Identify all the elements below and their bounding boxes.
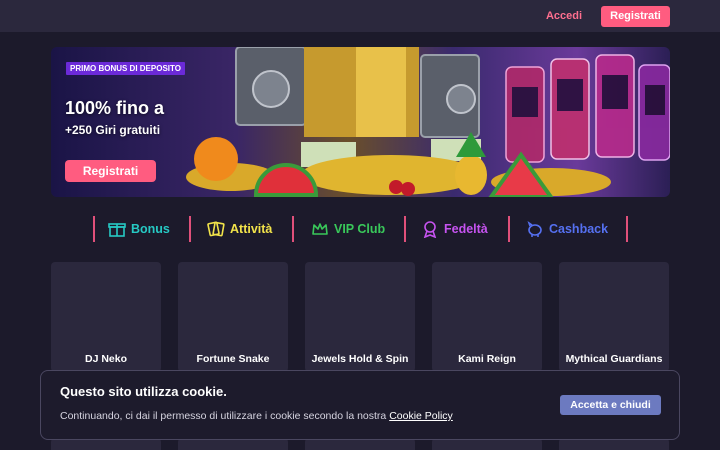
nav-separator (189, 216, 191, 242)
nav-item-label: Bonus (131, 222, 170, 236)
medal-icon (423, 221, 437, 238)
accept-cookies-button[interactable]: Accetta e chiudi (560, 395, 661, 415)
banner-register-button[interactable]: Registrati (65, 160, 156, 182)
register-button[interactable]: Registrati (601, 6, 670, 27)
game-title: DJ Neko (84, 353, 127, 365)
nav-separator (404, 216, 406, 242)
cookie-title: Questo sito utilizza cookie. (60, 384, 227, 399)
game-card[interactable]: Fortune Snake (178, 262, 288, 372)
promo-banner[interactable]: PRIMO BONUS DI DEPOSITO 100% fino a +250… (51, 47, 670, 197)
nav-item-bonus[interactable]: Bonus (108, 219, 170, 239)
nav-separator (292, 216, 294, 242)
game-card[interactable]: DJ Neko (51, 262, 161, 372)
banner-headline: 100% fino a (65, 98, 165, 118)
login-button[interactable]: Accedi (538, 6, 590, 26)
nav-item-label: Fedeltà (444, 222, 488, 236)
nav-separator (93, 216, 95, 242)
game-title: Fortune Snake (196, 353, 270, 365)
piggy-bank-icon (527, 221, 542, 237)
nav-item-label: Attività (230, 222, 273, 236)
nav-separator (508, 216, 510, 242)
gift-icon (108, 223, 126, 237)
game-title: Kami Reign (458, 353, 516, 365)
game-title: Mythical Guardians (565, 353, 663, 365)
cookie-message: Continuando, ci dai il permesso di utili… (60, 410, 387, 422)
banner-subline: +250 Giri gratuiti (65, 123, 161, 137)
cookie-policy-link[interactable]: Cookie Policy (389, 410, 453, 422)
nav-item-label: VIP Club (334, 222, 386, 236)
nav-item-fedelta[interactable]: Fedeltà (421, 219, 488, 239)
game-card[interactable]: Kami Reign (432, 262, 542, 372)
game-card[interactable]: Mythical Guardians (559, 262, 669, 372)
nav-item-attivita[interactable]: Attività (207, 219, 272, 239)
nav-separator (626, 216, 628, 242)
nav-item-cashback[interactable]: Cashback (526, 219, 608, 239)
cookie-text: Continuando, ci dai il permesso di utili… (60, 410, 453, 422)
nav-item-vip-club[interactable]: VIP Club (311, 219, 385, 239)
game-card[interactable]: Jewels Hold & Spin (305, 262, 415, 372)
cookie-banner: Questo sito utilizza cookie. Continuando… (40, 370, 680, 440)
crown-icon (312, 223, 328, 235)
cards-icon (207, 221, 225, 237)
top-bar: Accedi Registrati (0, 0, 720, 32)
game-title: Jewels Hold & Spin (311, 353, 409, 365)
banner-tag: PRIMO BONUS DI DEPOSITO (66, 62, 185, 75)
nav-item-label: Cashback (549, 222, 609, 236)
category-nav: Bonus Attività VIP Club Fedeltà Cashback (93, 216, 628, 242)
